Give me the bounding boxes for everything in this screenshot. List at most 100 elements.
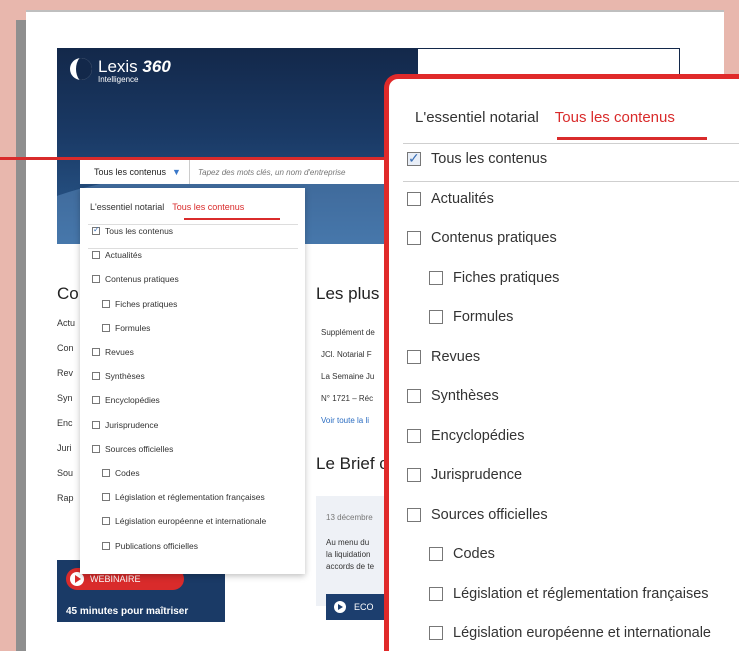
checkbox[interactable] bbox=[407, 349, 421, 364]
zoom-option-7[interactable]: Synthèses bbox=[407, 388, 499, 404]
left-column-item[interactable]: Enc bbox=[57, 418, 75, 443]
checkbox[interactable] bbox=[407, 428, 421, 443]
checkbox[interactable] bbox=[102, 493, 110, 502]
option-13[interactable]: Législation européenne et internationale bbox=[102, 516, 266, 526]
left-column-list: Actu Con Rev Syn Enc Juri Sou Rap bbox=[57, 318, 75, 518]
option-label: Revues bbox=[431, 348, 481, 365]
checkbox[interactable] bbox=[407, 507, 421, 522]
checkbox[interactable] bbox=[429, 270, 443, 285]
option-10[interactable]: Sources officielles bbox=[92, 444, 173, 454]
brief-text: Au menu du la liquidation accords de te bbox=[326, 537, 386, 573]
zoom-option-4[interactable]: Fiches pratiques bbox=[429, 270, 559, 286]
option-label: Fiches pratiques bbox=[453, 269, 560, 286]
checkbox[interactable] bbox=[92, 251, 100, 260]
checkbox[interactable] bbox=[92, 225, 100, 235]
checkbox[interactable] bbox=[102, 517, 110, 526]
option-6[interactable]: Revues bbox=[92, 347, 134, 357]
option-label: Contenus pratiques bbox=[105, 274, 179, 285]
option-1[interactable]: Tous les contenus bbox=[92, 225, 174, 236]
option-3[interactable]: Contenus pratiques bbox=[92, 274, 179, 284]
checkbox[interactable] bbox=[92, 396, 100, 405]
option-label: Encyclopédies bbox=[105, 395, 160, 406]
checkbox[interactable] bbox=[92, 444, 100, 453]
zoom-option-5[interactable]: Formules bbox=[429, 309, 513, 325]
option-label: Encyclopédies bbox=[431, 427, 525, 444]
option-14[interactable]: Publications officielles bbox=[102, 541, 198, 551]
option-4[interactable]: Fiches pratiques bbox=[102, 299, 177, 309]
option-label: Législation et réglementation françaises bbox=[115, 492, 265, 503]
mid-column-item[interactable]: Voir toute la li bbox=[321, 416, 375, 438]
brief-title: Le Brief c bbox=[316, 454, 388, 473]
checkbox[interactable] bbox=[407, 150, 421, 167]
webinar-badge-label: WEBINAIRE bbox=[90, 574, 141, 584]
zoom-option-6[interactable]: Revues bbox=[407, 349, 480, 365]
mid-column-item[interactable]: Supplément de bbox=[321, 328, 375, 350]
left-column-item[interactable]: Actu bbox=[57, 318, 75, 343]
play-icon bbox=[70, 572, 84, 586]
tab-tous-les-contenus[interactable]: Tous les contenus bbox=[172, 202, 244, 212]
divider bbox=[403, 180, 739, 182]
left-column-item[interactable]: Syn bbox=[57, 393, 75, 418]
checkbox[interactable] bbox=[102, 469, 110, 477]
tab-essentiel-notarial[interactable]: L'essentiel notarial bbox=[90, 202, 164, 212]
checkbox[interactable] bbox=[102, 541, 110, 550]
option-9[interactable]: Jurisprudence bbox=[92, 420, 158, 430]
zoom-option-3[interactable]: Contenus pratiques bbox=[407, 230, 557, 246]
checkbox[interactable] bbox=[92, 420, 100, 429]
left-column-item[interactable]: Juri bbox=[57, 443, 75, 468]
active-tab-underline bbox=[184, 218, 280, 220]
mid-column-item[interactable]: JCl. Notarial F bbox=[321, 350, 375, 372]
checkbox[interactable] bbox=[102, 299, 110, 308]
checkbox[interactable] bbox=[102, 323, 110, 332]
left-column-item[interactable]: Sou bbox=[57, 468, 75, 493]
tab-essentiel-notarial[interactable]: L'essentiel notarial bbox=[415, 109, 539, 126]
mid-column-item[interactable]: N° 1721 – Réc bbox=[321, 394, 375, 416]
zoom-option-11[interactable]: Codes bbox=[429, 546, 495, 562]
option-label: Tous les contenus bbox=[431, 151, 548, 167]
checkbox[interactable] bbox=[429, 626, 443, 640]
left-column-item[interactable]: Rev bbox=[57, 368, 75, 393]
brief-text-line: la liquidation bbox=[326, 550, 371, 559]
checkbox[interactable] bbox=[407, 468, 421, 482]
checkbox[interactable] bbox=[407, 389, 421, 403]
checkbox[interactable] bbox=[429, 310, 443, 324]
left-column-item[interactable]: Con bbox=[57, 343, 75, 368]
tab-tous-les-contenus[interactable]: Tous les contenus bbox=[555, 109, 675, 126]
option-11[interactable]: Codes bbox=[102, 468, 140, 478]
checkbox[interactable] bbox=[407, 231, 421, 245]
scope-select[interactable]: Tous les contenus ▼ bbox=[80, 160, 190, 184]
mid-column-item[interactable]: La Semaine Ju bbox=[321, 372, 375, 394]
mid-column-title: Les plus c bbox=[316, 284, 393, 303]
checkbox[interactable] bbox=[407, 191, 421, 206]
option-label: Codes bbox=[115, 468, 140, 478]
logo[interactable]: Lexis 360 Intelligence bbox=[70, 58, 171, 84]
option-label: Tous les contenus bbox=[105, 226, 174, 236]
search-bar: Tous les contenus ▼ bbox=[80, 160, 420, 184]
checkbox[interactable] bbox=[92, 275, 100, 284]
divider bbox=[403, 143, 739, 144]
zoom-option-13[interactable]: Législation européenne et internationale bbox=[429, 625, 711, 641]
zoom-option-10[interactable]: Sources officielles bbox=[407, 507, 548, 523]
option-8[interactable]: Encyclopédies bbox=[92, 395, 160, 405]
logo-name: Lexis bbox=[98, 57, 138, 76]
option-2[interactable]: Actualités bbox=[92, 250, 142, 260]
checkbox[interactable] bbox=[429, 547, 443, 561]
active-tab-underline bbox=[557, 137, 707, 140]
zoomed-dropdown: L'essentiel notarial Tous les contenus T… bbox=[384, 74, 739, 651]
option-label: Formules bbox=[453, 309, 514, 325]
divider bbox=[88, 224, 298, 225]
checkbox[interactable] bbox=[92, 372, 100, 381]
zoom-option-9[interactable]: Jurisprudence bbox=[407, 467, 522, 483]
zoom-option-8[interactable]: Encyclopédies bbox=[407, 428, 525, 444]
option-label: Synthèses bbox=[431, 388, 499, 404]
checkbox[interactable] bbox=[429, 586, 443, 601]
left-column-item[interactable]: Rap bbox=[57, 493, 75, 518]
zoom-option-12[interactable]: Législation et réglementation françaises bbox=[429, 586, 709, 602]
option-12[interactable]: Législation et réglementation françaises bbox=[102, 492, 265, 502]
webinar-text: 45 minutes pour maîtriser bbox=[66, 606, 189, 617]
option-5[interactable]: Formules bbox=[102, 323, 150, 333]
zoom-option-1[interactable]: Tous les contenus bbox=[407, 150, 548, 167]
zoom-option-2[interactable]: Actualités bbox=[407, 191, 494, 207]
option-7[interactable]: Synthèses bbox=[92, 371, 145, 381]
checkbox[interactable] bbox=[92, 348, 100, 356]
